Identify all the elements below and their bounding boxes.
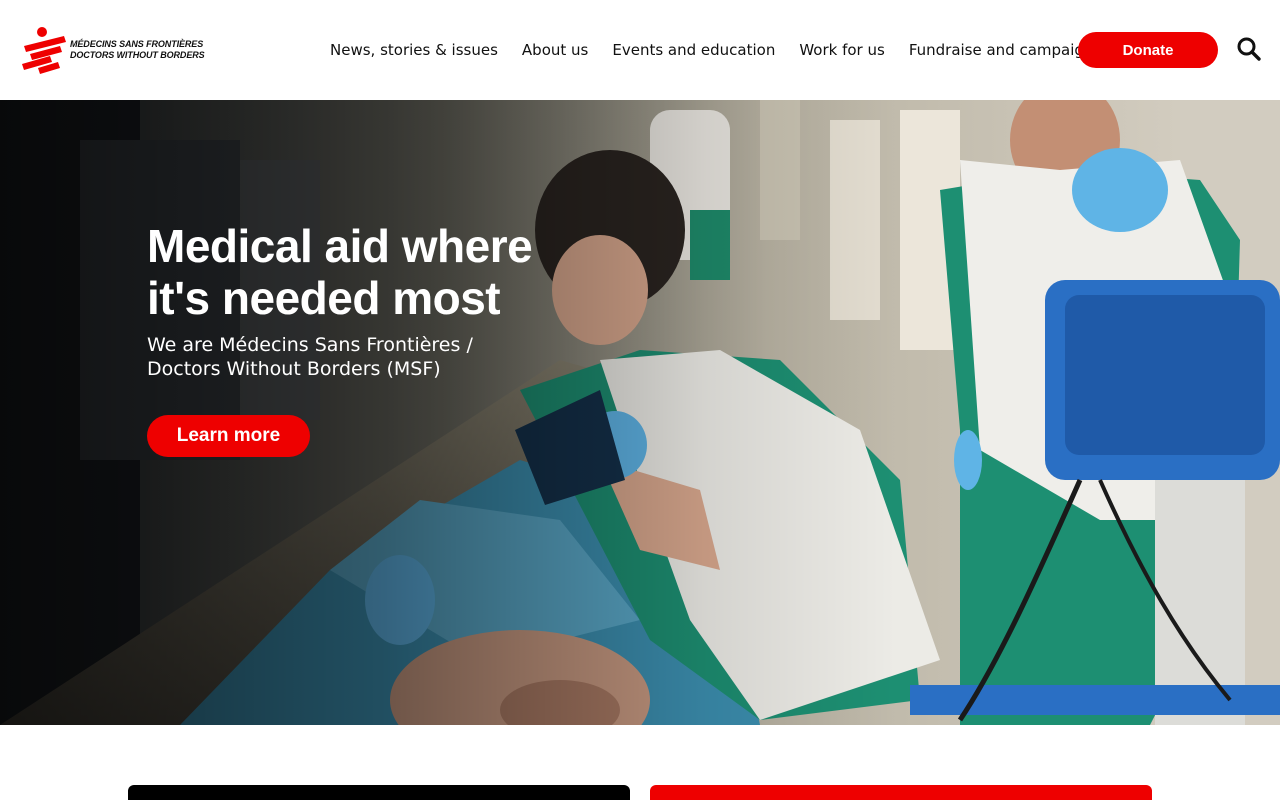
hero-gradient-overlay [0, 100, 1280, 725]
feature-card-left[interactable] [128, 785, 630, 800]
nav-item-events-education[interactable]: Events and education [612, 41, 775, 59]
hero-banner: Medical aid where it's needed most We ar… [0, 100, 1280, 725]
donate-button[interactable]: Donate [1078, 32, 1218, 68]
logo-wordmark: MÉDECINS SANS FRONTIÈRES DOCTORS WITHOUT… [70, 39, 205, 61]
nav-item-news-stories-issues[interactable]: News, stories & issues [330, 41, 498, 59]
nav-item-fundraise-campaign[interactable]: Fundraise and campaign [909, 41, 1094, 59]
learn-more-button[interactable]: Learn more [147, 415, 310, 457]
hero-subtitle: We are Médecins Sans Frontières / Doctor… [147, 334, 473, 380]
logo-line-1: MÉDECINS SANS FRONTIÈRES [70, 39, 204, 49]
nav-item-work-for-us[interactable]: Work for us [799, 41, 884, 59]
nav-item-about-us[interactable]: About us [522, 41, 588, 59]
msf-logo[interactable]: MÉDECINS SANS FRONTIÈRES DOCTORS WITHOUT… [20, 22, 210, 78]
hero-title: Medical aid where it's needed most [147, 220, 533, 324]
main-nav: News, stories & issues About us Events a… [330, 0, 1117, 100]
feature-card-right[interactable] [650, 785, 1152, 800]
logo-line-2: DOCTORS WITHOUT BORDERS [70, 50, 205, 60]
search-icon[interactable] [1236, 36, 1262, 62]
site-header: MÉDECINS SANS FRONTIÈRES DOCTORS WITHOUT… [0, 0, 1280, 100]
msf-running-man-icon [22, 27, 66, 74]
